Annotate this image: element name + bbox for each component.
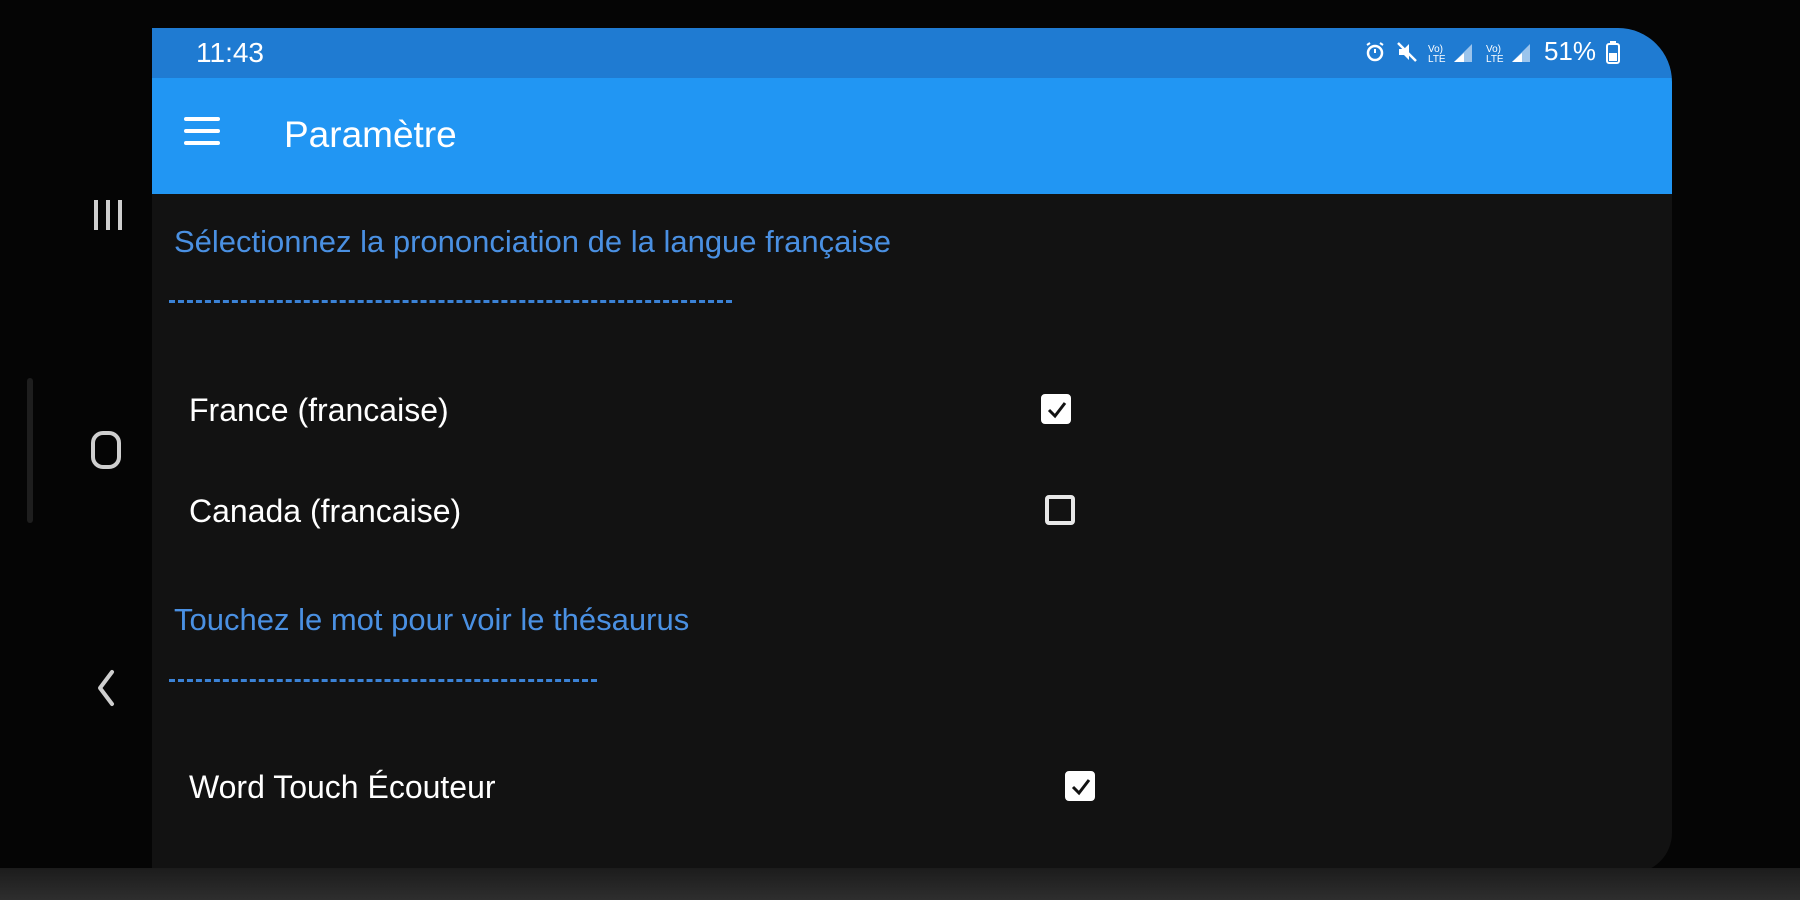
canada-checkbox[interactable] [1045,495,1075,525]
signal-icon: Vo) LTE [1428,43,1472,64]
navigation-rail [0,0,152,900]
battery-icon [1606,40,1620,64]
option-label: Canada (francaise) [189,493,462,529]
app-bar: Paramètre [152,78,1672,194]
checkmark-icon [1071,779,1091,796]
alarm-icon [1366,41,1384,61]
battery-percent: 51% [1543,36,1596,66]
option-word-touch[interactable]: Word Touch Écouteur [152,749,1672,829]
section-heading-pronunciation: Sélectionnez la prononciation de la lang… [174,224,891,259]
word-touch-checkbox[interactable] [1065,771,1095,801]
option-france[interactable]: France (francaise) [152,372,1672,452]
section-divider [169,300,732,303]
signal-icon: Vo) LTE [1486,43,1530,64]
section-divider [169,679,597,682]
status-icons: Vo) LTE Vo) LTE 51% [1364,36,1620,67]
option-label: France (francaise) [189,392,449,428]
section-heading-thesaurus: Touchez le mot pour voir le thésaurus [174,602,690,637]
option-canada[interactable]: Canada (francaise) [152,473,1672,553]
recents-icon[interactable] [80,188,136,244]
svg-text:LTE: LTE [1428,54,1446,64]
checkmark-icon [1047,402,1067,419]
page-title: Paramètre [284,114,457,155]
mute-icon [1397,41,1417,62]
menu-icon[interactable] [184,117,220,147]
side-button [27,378,33,523]
status-bar: 11:43 Vo) LTE Vo) LTE 51% [152,28,1672,78]
app-screen: 11:43 Vo) LTE Vo) LTE 51% Paramètre Séle… [152,28,1672,873]
svg-text:LTE: LTE [1486,54,1504,64]
device-frame: 11:43 Vo) LTE Vo) LTE 51% Paramètre Séle… [0,0,1800,900]
option-label: Word Touch Écouteur [189,769,496,805]
back-icon[interactable] [80,660,136,716]
france-checkbox[interactable] [1041,394,1071,424]
home-icon[interactable] [80,422,136,478]
status-time: 11:43 [196,37,264,68]
device-bottom-edge [0,868,1800,900]
